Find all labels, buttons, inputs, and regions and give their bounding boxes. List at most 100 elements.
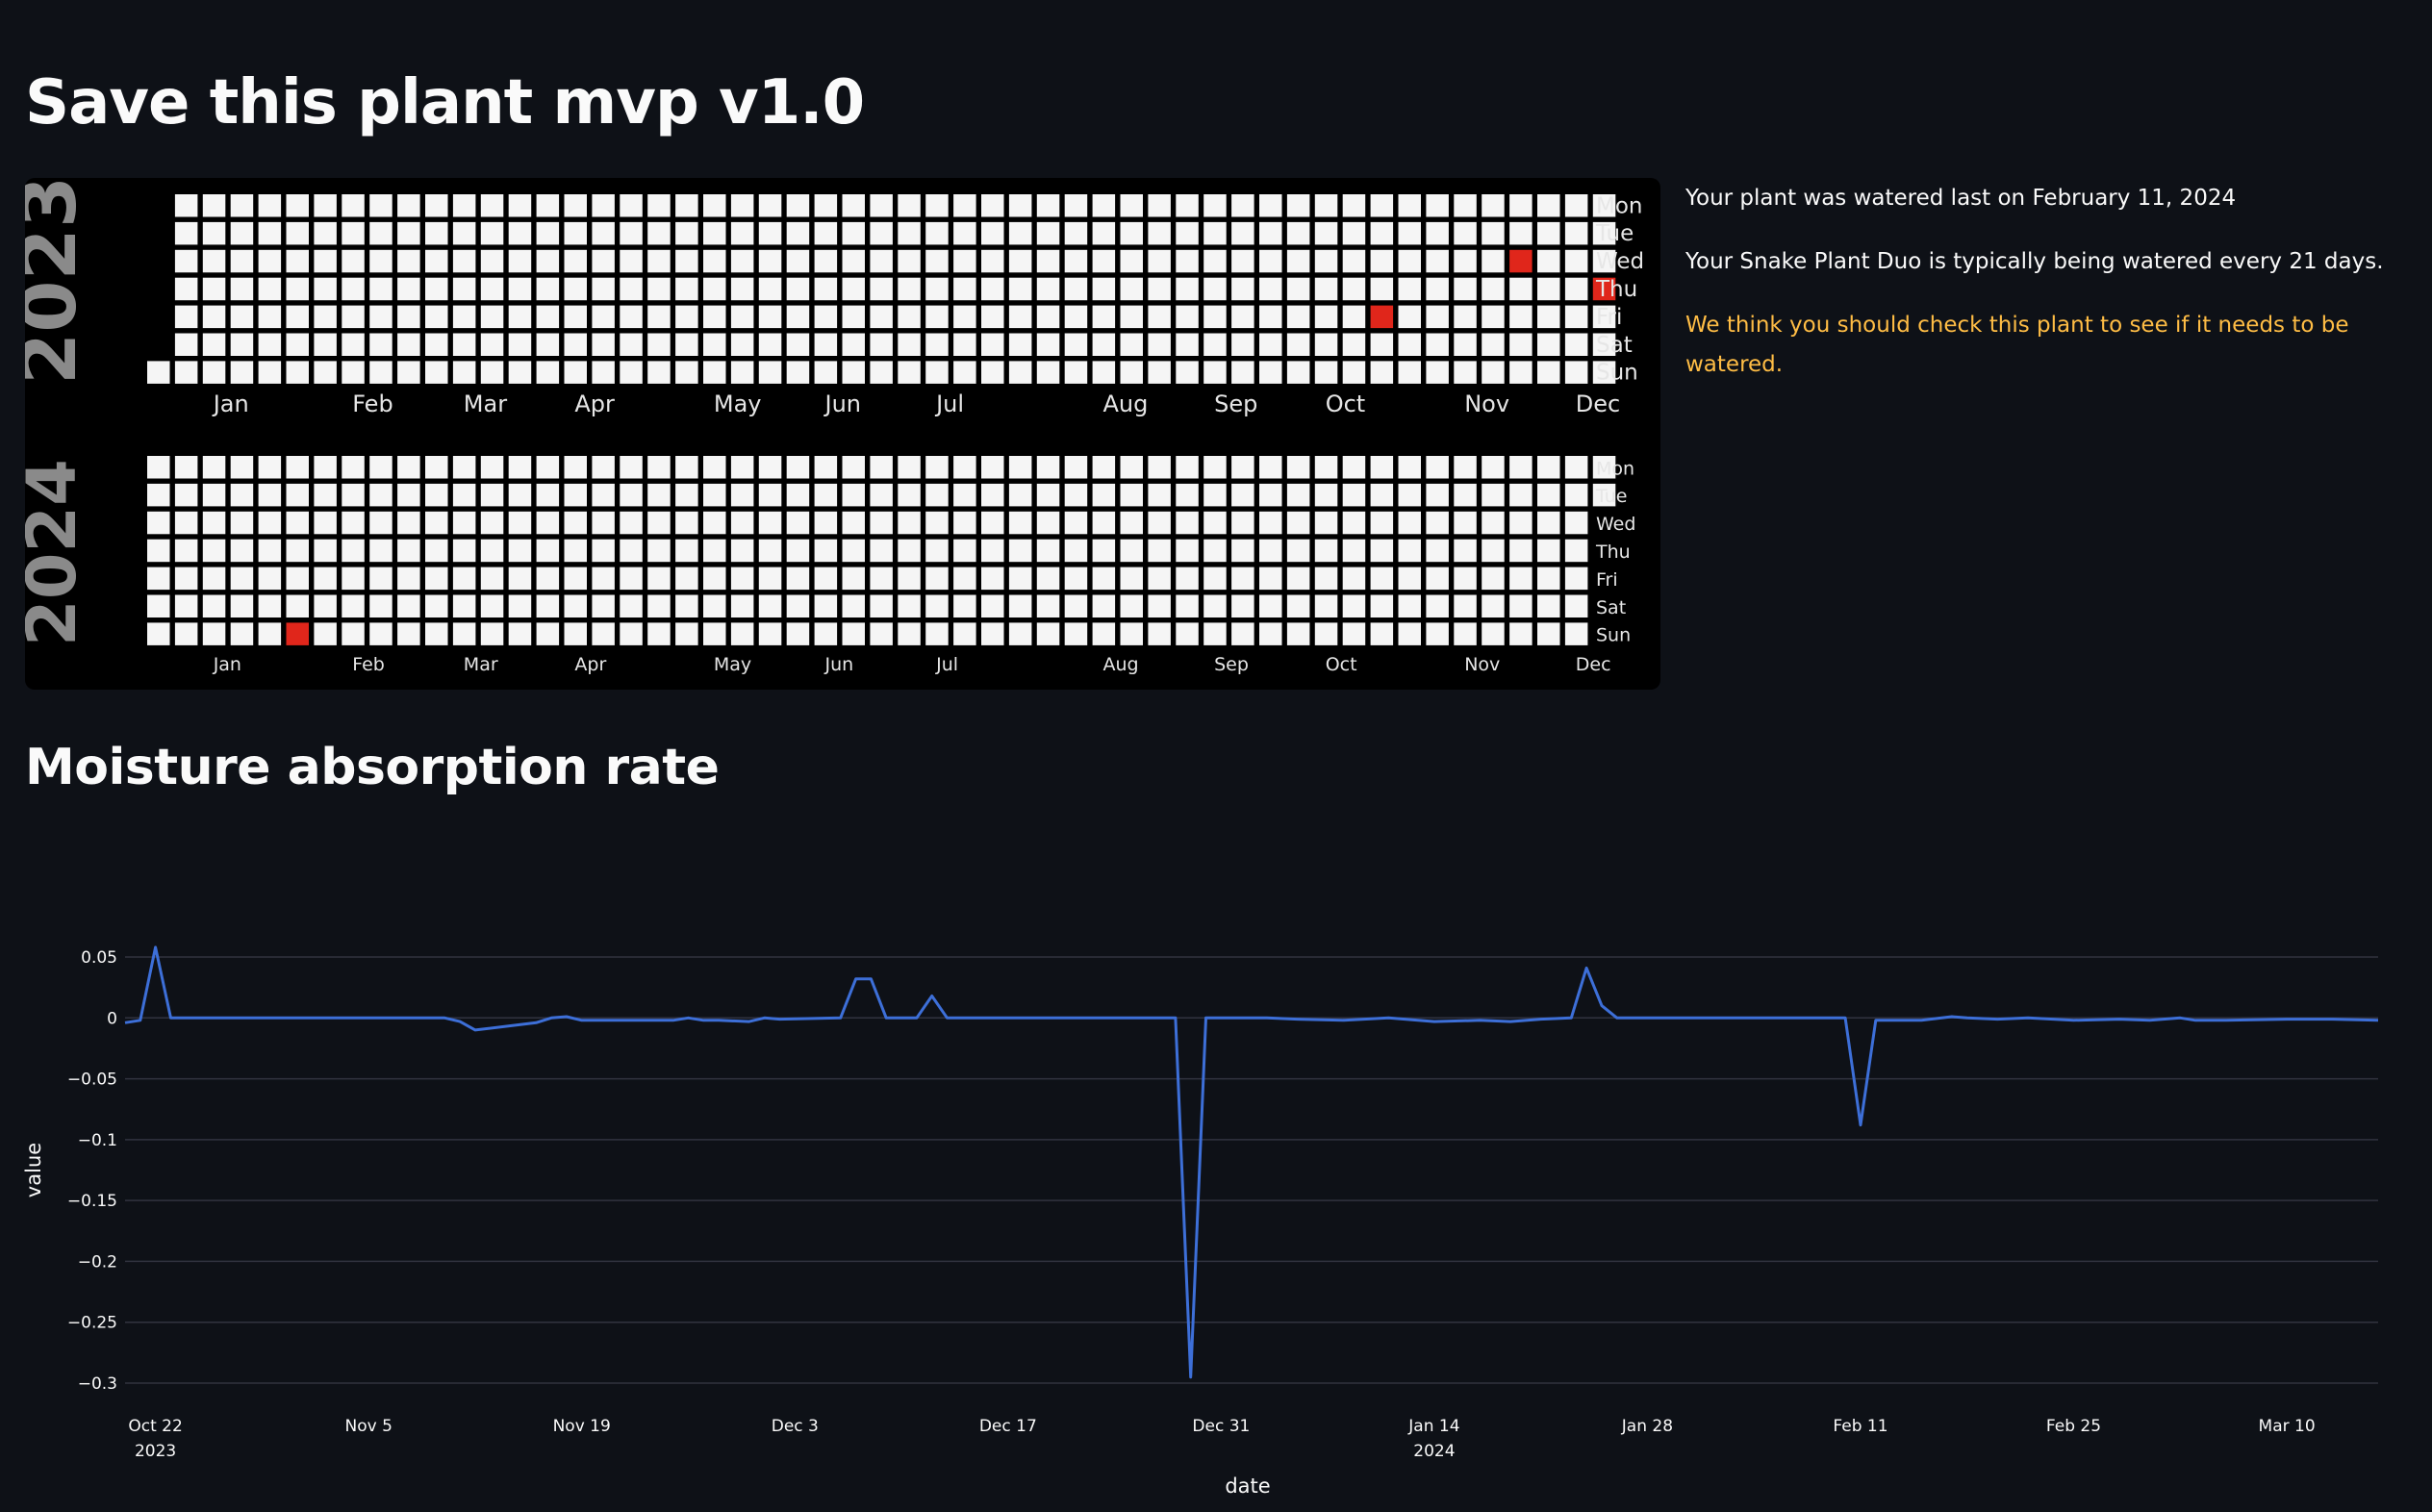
day-cell [981,221,1004,245]
day-cell [147,456,170,479]
day-cell [786,622,810,645]
day-cell [202,361,226,384]
day-cell [675,249,698,273]
day-cell [508,194,532,217]
day-cell [397,194,420,217]
day-cell [425,277,448,301]
day-cell [703,249,726,273]
day-cell [675,511,698,535]
month-label: Feb [352,391,393,417]
day-cell [953,277,976,301]
day-cell [397,539,420,563]
y-axis-label: value [22,1143,45,1197]
month-label: May [714,391,762,417]
moisture-series-line[interactable] [124,945,2379,1379]
day-cell [564,594,587,617]
month-label: Aug [1103,391,1149,417]
day-cell [1148,594,1171,617]
y-tick-label: −0.25 [67,1314,117,1333]
day-cell [703,539,726,563]
weekday-label: Fri [1596,305,1622,330]
day-cell [1176,305,1199,329]
weekday-label: Sun [1596,361,1638,386]
day-cell [703,511,726,535]
day-cell [730,511,754,535]
day-cell [1008,194,1032,217]
day-cell [369,456,393,479]
day-cell [842,483,865,507]
day-cell [898,456,921,479]
month-label: Apr [574,654,606,675]
day-cell [508,305,532,329]
day-cell [314,539,337,563]
day-cell [925,221,949,245]
day-cell [1036,511,1060,535]
day-cell [1426,483,1449,507]
day-cell [1314,456,1338,479]
day-cell [1120,456,1143,479]
day-cell [675,194,698,217]
day-cell [369,622,393,645]
day-cell [1370,483,1394,507]
day-cell [1286,539,1310,563]
day-cell [397,594,420,617]
day-cell [397,511,420,535]
day-cell [1426,249,1449,273]
weekday-label: Thu [1595,542,1631,563]
day-cell [981,194,1004,217]
day-cell [202,333,226,356]
day-cell [647,594,671,617]
day-cell [1008,221,1032,245]
day-cell [1259,194,1282,217]
y-tick-label: −0.05 [67,1071,117,1090]
day-cell [342,483,365,507]
day-cell [1342,194,1366,217]
day-cell [1120,277,1143,301]
day-cell [730,483,754,507]
day-cell [1286,456,1310,479]
day-cell [342,622,365,645]
day-cell [1454,483,1477,507]
day-cell [174,333,198,356]
day-cell [814,333,838,356]
moisture-chart[interactable]: 0.05 0 −0.05 −0.1 −0.15 −0.2 −0.25 −0.3 Oct 22 20… [0,866,2432,1508]
day-cell [842,622,865,645]
day-cell [758,456,782,479]
day-cell [1537,249,1560,273]
day-cell [1092,361,1116,384]
day-cell [286,305,309,329]
day-cell [1176,622,1199,645]
day-cell [1342,361,1366,384]
day-cell [508,483,532,507]
day-cell [314,594,337,617]
day-cell [758,249,782,273]
day-cell [1482,539,1505,563]
day-cell [1036,456,1060,479]
day-cell [953,305,976,329]
day-cell [1482,511,1505,535]
month-label: Dec [1576,654,1611,675]
day-cell [1203,194,1227,217]
day-cell [508,333,532,356]
day-cell [1426,221,1449,245]
day-cell [1092,539,1116,563]
day-cell [1314,567,1338,591]
day-cell [508,511,532,535]
month-label: Jan [212,391,249,417]
day-cell [1286,567,1310,591]
day-cell [814,361,838,384]
day-cell [898,333,921,356]
day-cell [1537,456,1560,479]
day-cell [1176,194,1199,217]
day-cell [1064,622,1088,645]
day-cell [925,567,949,591]
day-cell [953,361,976,384]
watering-calendar-heatmap: Mon Tue Wed Thu Fri Sat Sun Jan Feb Mar Apr May Jun J… [25,178,1660,690]
day-cell [814,567,838,591]
day-cell [258,249,282,273]
day-cell [1176,221,1199,245]
day-cell [870,567,893,591]
day-cell [703,194,726,217]
day-cell [1482,249,1505,273]
moisture-chart-canvas[interactable]: 0.05 0 −0.05 −0.1 −0.15 −0.2 −0.25 −0.3 Oct 22 20… [0,866,2432,1508]
